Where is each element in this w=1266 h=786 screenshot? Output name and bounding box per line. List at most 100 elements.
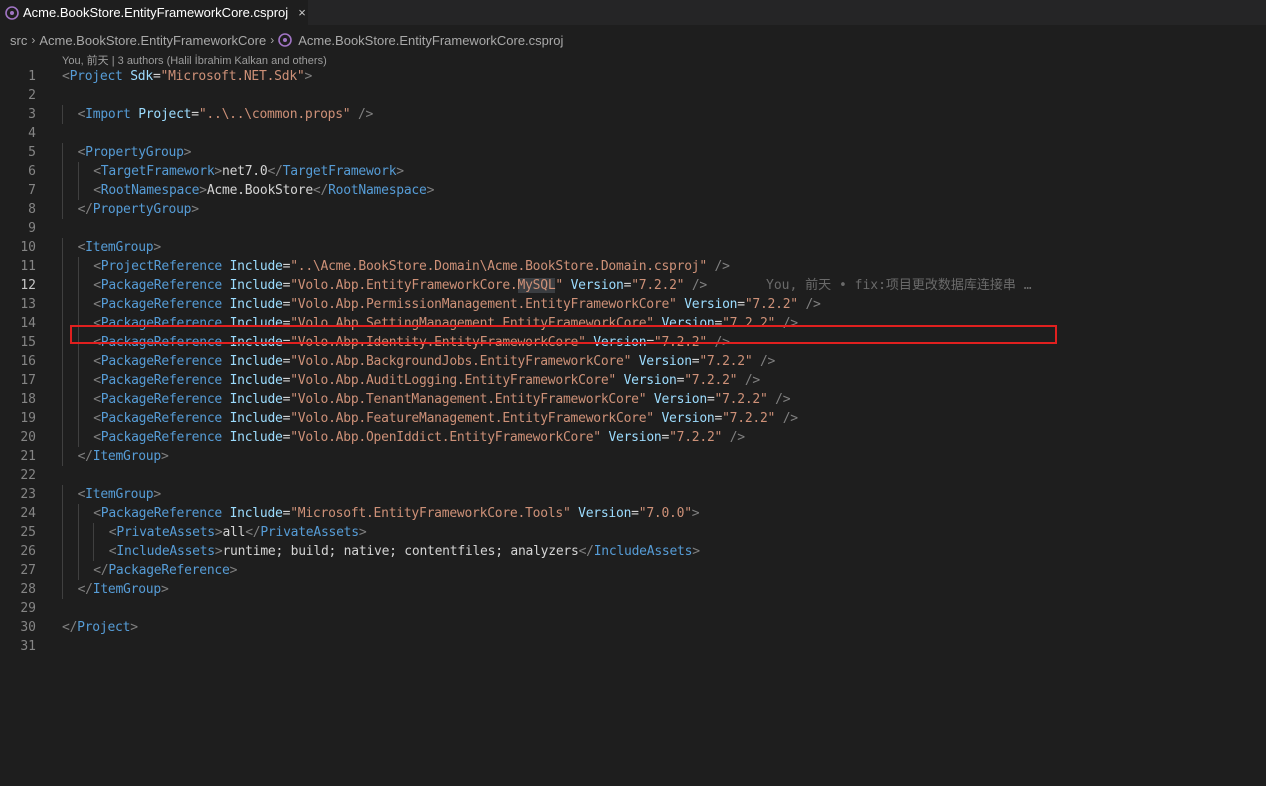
- code-line[interactable]: 30 </Project>: [0, 618, 1266, 637]
- code-line[interactable]: 31: [0, 637, 1266, 656]
- code-text: <RootNamespace>Acme.BookStore</RootNames…: [93, 181, 434, 200]
- code-line[interactable]: 26 <IncludeAssets>runtime; build; native;…: [0, 542, 1266, 561]
- code-token: "Volo.Abp.FeatureManagement.EntityFramew…: [290, 411, 654, 426]
- code-token: />: [782, 316, 798, 331]
- code-token: Sdk: [130, 69, 153, 84]
- code-text: <PackageReference Include = "Volo.Abp.Sett…: [93, 314, 798, 333]
- code-line[interactable]: 9: [0, 219, 1266, 238]
- code-line[interactable]: 16 <PackageReference Include="Volo.Abp.Ba…: [0, 352, 1266, 371]
- code-token: >: [191, 202, 199, 217]
- code-text: <PackageReference Include = "Microsoft.Ent…: [93, 504, 699, 523]
- code-line[interactable]: 14 <PackageReference Include = "Volo.Abp.Se…: [0, 314, 1266, 333]
- breadcrumb-item-src[interactable]: src: [10, 33, 27, 48]
- line-number: 10: [20, 240, 36, 255]
- code-token: >: [153, 487, 161, 502]
- code-token: >: [199, 183, 207, 198]
- code-token: ": [555, 278, 563, 293]
- code-token: >: [692, 544, 700, 559]
- line-number: 19: [20, 411, 36, 426]
- breadcrumb-item-file[interactable]: Acme.BookStore.EntityFrameworkCore.cspro…: [298, 33, 563, 48]
- code-token: Version: [653, 392, 707, 407]
- indent-guide: [62, 409, 63, 428]
- code-token: =: [191, 107, 199, 122]
- code-token: Include: [229, 392, 283, 407]
- code-token: =: [661, 430, 670, 445]
- indent-guide: [62, 561, 63, 580]
- code-token: <: [93, 164, 101, 179]
- code-line[interactable]: 15 <PackageReference Include = "Volo.Abp.Id…: [0, 333, 1266, 352]
- code-token: Project: [138, 107, 192, 122]
- code-line[interactable]: 18 <PackageReference Include = "Volo.Abp.Te…: [0, 390, 1266, 409]
- code-line[interactable]: 12 <PackageReference Include="Volo.Abp.En…: [0, 276, 1266, 295]
- code-text: <PackageReference Include="Volo.Abp.Audi…: [93, 371, 760, 390]
- code-line[interactable]: 3 <Import Project="..\..\common.props" />: [0, 105, 1266, 124]
- code-line[interactable]: 11 <ProjectReference Include="..\Acme.Boo…: [0, 257, 1266, 276]
- code-token: Import: [85, 107, 131, 122]
- code-line[interactable]: 17 <PackageReference Include="Volo.Abp.Au…: [0, 371, 1266, 390]
- code-text: <Project Sdk="Microsoft.NET.Sdk">: [62, 67, 312, 86]
- code-line[interactable]: 21 </ItemGroup>: [0, 447, 1266, 466]
- code-token: >: [160, 449, 169, 464]
- code-token: "Volo.Abp.TenantManagement.EntityFramewo…: [290, 392, 647, 407]
- editor-tab[interactable]: Acme.BookStore.EntityFrameworkCore.cspro…: [0, 0, 309, 25]
- code-token: >: [691, 506, 700, 521]
- code-token: ItemGroup: [85, 240, 154, 255]
- code-line[interactable]: 29: [0, 599, 1266, 618]
- code-token: "7.2.2": [714, 392, 768, 407]
- code-token: Include: [229, 278, 283, 293]
- code-line[interactable]: 7 <RootNamespace>Acme.BookStore</RootName…: [0, 181, 1266, 200]
- code-line[interactable]: 2: [0, 86, 1266, 105]
- code-line[interactable]: 24 <PackageReference Include = "Microsoft.E…: [0, 504, 1266, 523]
- code-line[interactable]: 28 </ItemGroup>: [0, 580, 1266, 599]
- code-line[interactable]: 6 <TargetFramework>net7.0</TargetFramewor…: [0, 162, 1266, 181]
- indent-guide: [62, 314, 63, 333]
- code-token: PackageReference: [100, 335, 222, 350]
- code-line[interactable]: 4: [0, 124, 1266, 143]
- indent-guide: [77, 352, 79, 371]
- indent-guide: [77, 257, 79, 276]
- code-line[interactable]: 19 <PackageReference Include = "Volo.Abp.Fe…: [0, 409, 1266, 428]
- code-text: <PackageReference Include = "Volo.Abp.Perm…: [93, 295, 821, 314]
- code-lines[interactable]: 1 <Project Sdk="Microsoft.NET.Sdk"> 2 3 <Imp…: [0, 67, 1266, 656]
- code-editor[interactable]: You, 前天 | 3 authors (Halil İbrahim Kalka…: [0, 48, 1266, 786]
- code-token: PrivateAssets: [116, 525, 215, 540]
- code-line[interactable]: 22: [0, 466, 1266, 485]
- code-token: =: [737, 297, 745, 312]
- code-token: IncludeAssets: [593, 544, 693, 559]
- inline-blame[interactable]: You, 前天 • fix:项目更改数据库连接串 …: [766, 276, 1032, 295]
- code-token: ItemGroup: [92, 449, 161, 464]
- code-line[interactable]: 25 <PrivateAssets>all</PrivateAssets>: [0, 523, 1266, 542]
- indent-guide: [62, 371, 63, 390]
- line-number: 30: [20, 620, 36, 635]
- code-token: </: [93, 563, 109, 578]
- code-line[interactable]: 27 </PackageReference>: [0, 561, 1266, 580]
- code-line[interactable]: 13 <PackageReference Include = "Volo.Abp.Pe…: [0, 295, 1266, 314]
- code-token: Version: [638, 354, 692, 369]
- breadcrumb-item-folder[interactable]: Acme.BookStore.EntityFrameworkCore: [39, 33, 266, 48]
- codelens-blame[interactable]: You, 前天 | 3 authors (Halil İbrahim Kalka…: [62, 52, 327, 68]
- code-line[interactable]: 1 <Project Sdk="Microsoft.NET.Sdk">: [0, 67, 1266, 86]
- code-text: <PackageReference Include = "Volo.Abp.Tena…: [93, 390, 790, 409]
- code-token: RootNamespace: [328, 183, 427, 198]
- code-text: <PackageReference Include = "Volo.Abp.Open…: [93, 428, 745, 447]
- close-icon[interactable]: ×: [296, 5, 308, 20]
- code-token: Version: [661, 411, 715, 426]
- code-line[interactable]: 10 <ItemGroup>: [0, 238, 1266, 257]
- code-line[interactable]: 5 <PropertyGroup>: [0, 143, 1266, 162]
- code-line[interactable]: 20 <PackageReference Include = "Volo.Abp.Op…: [0, 428, 1266, 447]
- code-text: <PackageReference Include = "Volo.Abp.Feat…: [93, 409, 798, 428]
- code-text: </Project>: [62, 618, 138, 637]
- code-token: "7.2.2": [631, 278, 685, 293]
- line-number: 27: [20, 563, 36, 578]
- line-number: 23: [20, 487, 36, 502]
- indent-guide: [93, 523, 95, 542]
- code-token: TargetFramework: [100, 164, 215, 179]
- code-token: />: [729, 430, 745, 445]
- code-token: />: [357, 107, 374, 122]
- code-line[interactable]: 23 <ItemGroup>: [0, 485, 1266, 504]
- indent-guide: [62, 428, 63, 447]
- code-line[interactable]: 8 </PropertyGroup>: [0, 200, 1266, 219]
